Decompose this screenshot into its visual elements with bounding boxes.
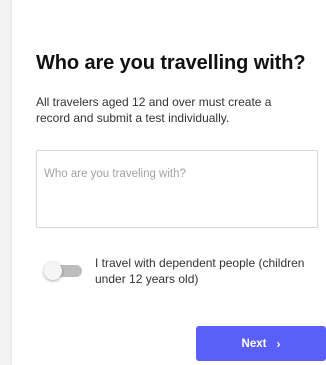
companions-field[interactable] (36, 150, 318, 228)
dependents-toggle-label: I travel with dependent people (children… (95, 256, 305, 286)
companions-input[interactable] (37, 151, 317, 227)
next-button-label: Next (241, 337, 267, 350)
page-title: Who are you travelling with? (36, 52, 306, 74)
next-button[interactable]: Next › (196, 326, 326, 361)
dependents-toggle[interactable] (44, 262, 82, 280)
chevron-right-icon: › (276, 336, 281, 351)
form-card: Who are you travelling with? All travele… (12, 0, 326, 365)
instructions-text: All travelers aged 12 and over must crea… (36, 95, 272, 125)
toggle-knob (44, 262, 62, 280)
